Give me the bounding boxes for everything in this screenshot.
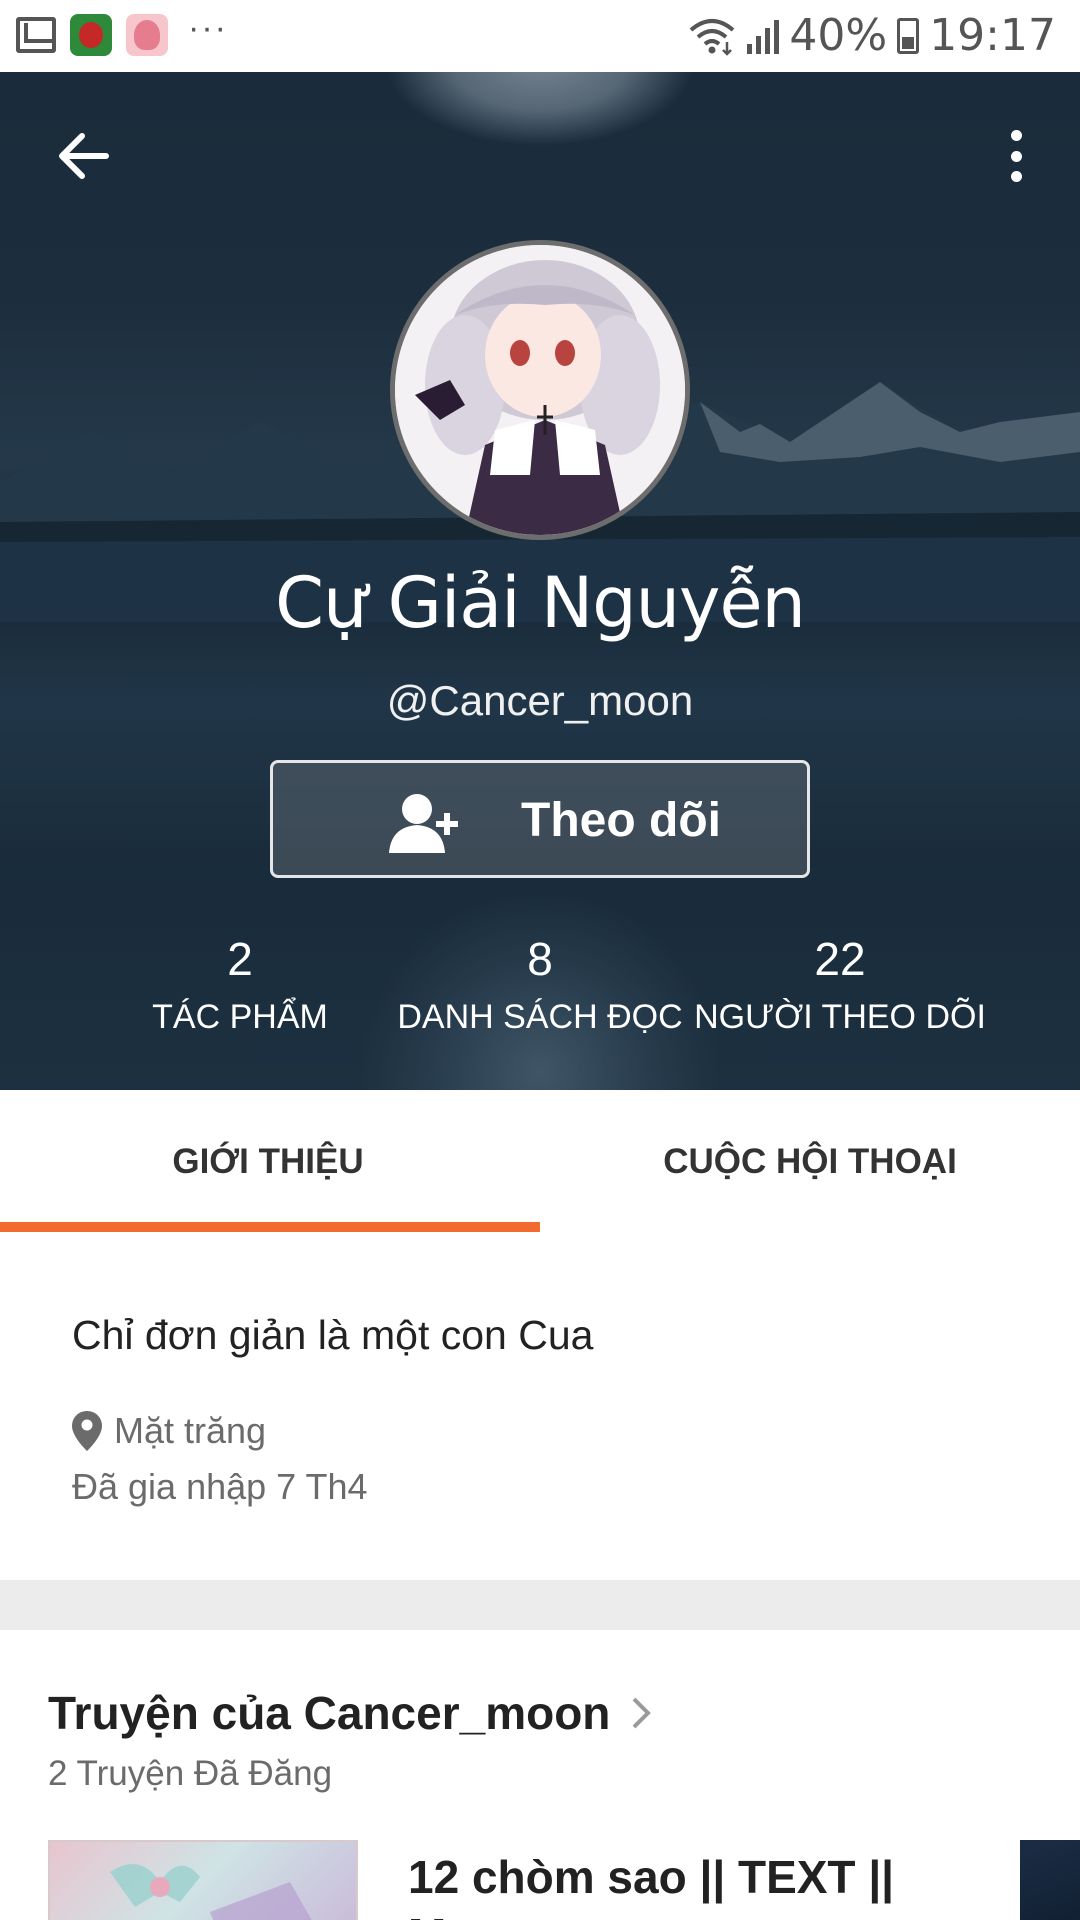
notification-icons: ···	[16, 9, 228, 56]
system-icons: 40% 19:17	[687, 10, 1056, 61]
profile-stats: 2 TÁC PHẨM 8 DANH SÁCH ĐỌC 22 NGƯỜI THEO…	[0, 932, 1080, 1052]
stat-label: DANH SÁCH ĐỌC	[397, 998, 683, 1036]
follow-label: Theo dõi	[521, 794, 721, 847]
stat-label: TÁC PHẨM	[152, 998, 328, 1036]
location-text: Mặt trăng	[114, 1410, 267, 1451]
joined-date: Đã gia nhập 7 Th4	[72, 1466, 368, 1507]
story-title[interactable]: 12 chòm sao || TEXT || M...	[408, 1848, 928, 1920]
signal-icon	[747, 18, 780, 54]
stat-reading-lists[interactable]: 8 DANH SÁCH ĐỌC	[380, 932, 700, 1037]
active-tab-indicator	[0, 1222, 540, 1232]
display-name: Cự Giải Nguyễn	[275, 562, 806, 644]
more-notifications-icon: ···	[188, 8, 228, 47]
back-arrow-icon[interactable]	[54, 126, 114, 186]
chevron-right-icon	[632, 1697, 652, 1729]
tab-conversations[interactable]: CUỘC HỘI THOẠI	[540, 1090, 1080, 1234]
story-cover-image	[110, 1864, 312, 1920]
profile-header: Cự Giải Nguyễn @Cancer_moon Theo dõi 2 T…	[0, 72, 1080, 1090]
stat-works[interactable]: 2 TÁC PHẨM	[80, 932, 400, 1037]
follow-button[interactable]: Theo dõi	[270, 760, 810, 878]
stat-label: NGƯỜI THEO DÕI	[694, 998, 986, 1036]
stories-count: 2 Truyện Đã Đăng	[48, 1754, 333, 1793]
more-options-icon[interactable]	[996, 126, 1036, 186]
username: @Cancer_moon	[386, 677, 694, 724]
status-bar: ··· 40% 19:17	[0, 0, 1080, 72]
clock: 19:17	[929, 10, 1056, 61]
avatar	[390, 240, 690, 540]
stat-value: 8	[527, 933, 553, 985]
rose-app-icon	[70, 14, 112, 56]
next-story-cover[interactable]	[1020, 1840, 1080, 1920]
profile-tabs: GIỚI THIỆU CUỘC HỘI THOẠI	[0, 1090, 1080, 1234]
add-user-icon	[389, 794, 458, 853]
about-section: Chỉ đơn giản là một con Cua Mặt trăng Đã…	[0, 1234, 1080, 1580]
anime-app-icon	[126, 14, 168, 56]
bio-text: Chỉ đơn giản là một con Cua	[72, 1312, 594, 1358]
battery-icon	[897, 17, 920, 54]
wifi-icon	[690, 18, 735, 56]
stories-title: Truyện của Cancer_moon	[48, 1687, 611, 1739]
tab-about[interactable]: GIỚI THIỆU	[0, 1090, 538, 1234]
battery-percent: 40%	[789, 10, 888, 61]
stories-section: Truyện của Cancer_moon 2 Truyện Đã Đăng …	[0, 1630, 1080, 1920]
avatar-image	[395, 245, 685, 535]
section-divider	[0, 1580, 1080, 1630]
stat-followers[interactable]: 22 NGƯỜI THEO DÕI	[680, 932, 1000, 1037]
location-pin-icon	[72, 1411, 102, 1451]
stories-header[interactable]: Truyện của Cancer_moon	[48, 1686, 652, 1740]
stat-value: 22	[814, 933, 866, 985]
location-row: Mặt trăng	[72, 1410, 266, 1452]
stat-value: 2	[227, 933, 253, 985]
gmail-icon	[16, 17, 56, 53]
story-cover[interactable]	[48, 1840, 358, 1920]
